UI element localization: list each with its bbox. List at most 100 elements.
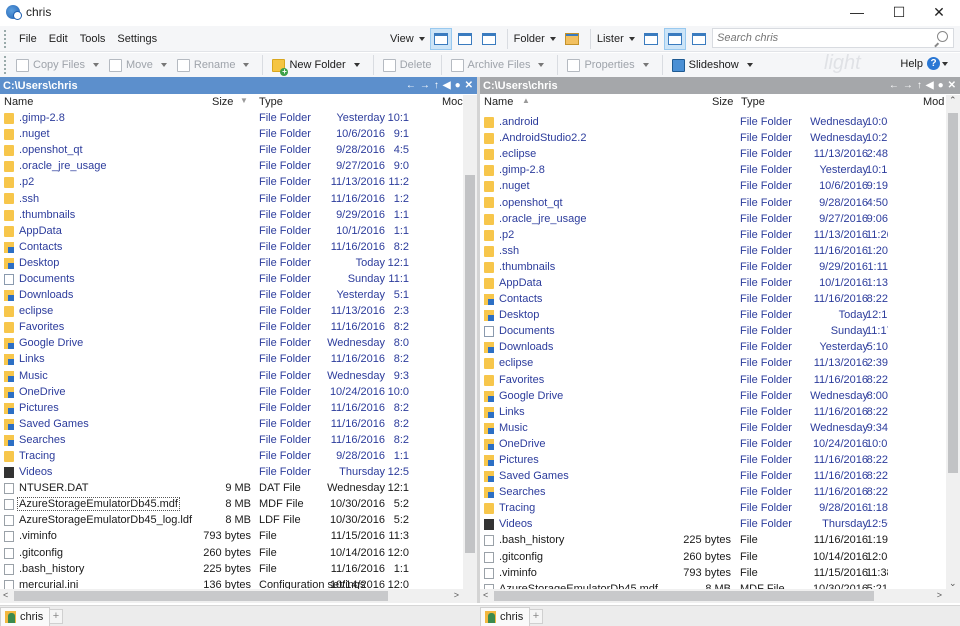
swap-icon[interactable]: ● <box>938 80 944 91</box>
toolbar-grip[interactable] <box>4 29 7 48</box>
file-row[interactable]: Tracing File Folder 9/28/2016 1:18 <box>480 500 946 516</box>
file-row[interactable]: Desktop File Folder Today 12:1 <box>0 255 463 271</box>
menu-tools[interactable]: Tools <box>74 33 112 45</box>
column-modified[interactable]: Mod <box>923 96 944 108</box>
left-path[interactable]: C:\Users\chris <box>3 80 78 92</box>
chevron-down-icon[interactable] <box>628 37 635 41</box>
right-scroll-thumb[interactable] <box>948 113 958 473</box>
folder-dropdown[interactable]: Folder <box>514 33 545 45</box>
up-icon[interactable]: ↑ <box>917 80 922 91</box>
swap-icon[interactable]: ● <box>455 80 461 91</box>
file-row[interactable]: .eclipse File Folder 11/13/2016 2:48 <box>480 146 946 162</box>
menu-edit[interactable]: Edit <box>43 33 74 45</box>
forward-icon[interactable]: → <box>420 80 430 91</box>
close-pane-icon[interactable]: ✕ <box>465 80 473 91</box>
file-row[interactable]: Downloads File Folder Yesterday 5:1 <box>0 287 463 303</box>
file-row[interactable]: Tracing File Folder 9/28/2016 1:1 <box>0 448 463 464</box>
new-folder-button[interactable]: New Folder <box>269 58 366 76</box>
file-row[interactable]: Documents File Folder Sunday 11:1 <box>0 271 463 287</box>
file-row[interactable]: .bash_history 225 bytes File 11/16/2016 1:1 <box>0 561 463 577</box>
chevron-down-icon[interactable] <box>942 61 948 66</box>
up-icon[interactable]: ↑ <box>434 80 439 91</box>
tab-left-chris[interactable]: chris <box>0 607 51 626</box>
properties-button[interactable]: Properties <box>564 58 655 72</box>
column-name[interactable]: Name <box>484 96 513 108</box>
file-row[interactable]: Videos File Folder Thursday12:50 <box>480 516 946 532</box>
file-row[interactable]: Pictures File Folder 11/16/2016 8:2 <box>0 400 463 416</box>
file-row[interactable]: Videos File Folder Thursday 12:5 <box>0 464 463 480</box>
chevron-down-icon[interactable] <box>549 37 556 41</box>
chevron-down-icon[interactable] <box>160 63 167 67</box>
chevron-down-icon[interactable] <box>92 63 99 67</box>
file-row[interactable]: .bash_history 225 bytes File 11/16/2016 1:19 <box>480 532 946 548</box>
file-row[interactable]: .p2 File Folder 11/13/2016 11:2 <box>0 174 463 190</box>
file-row[interactable]: .openshot_qt File Folder 9/28/2016 4:50 <box>480 194 946 210</box>
file-row[interactable]: .oracle_jre_usage File Folder 9/27/2016 9:0 <box>0 158 463 174</box>
lister-dropdown[interactable]: Lister <box>597 33 624 45</box>
right-vertical-scrollbar[interactable]: ⌃ ⌄ <box>946 95 960 589</box>
file-row[interactable]: .ssh File Folder 11/16/2016 1:20 <box>480 243 946 259</box>
scroll-right-icon[interactable]: > <box>937 590 942 600</box>
column-type[interactable]: Type <box>259 96 283 108</box>
view-dropdown[interactable]: View <box>390 33 414 45</box>
search-input[interactable] <box>717 32 927 44</box>
file-row[interactable]: AzureStorageEmulatorDb45_log.ldf 8 MB LDF … <box>0 512 463 528</box>
scroll-left-icon[interactable]: < <box>483 590 488 600</box>
file-row[interactable]: OneDrive File Folder 10/24/2016 10:0 <box>0 384 463 400</box>
file-row[interactable]: .thumbnails File Folder 9/29/2016 1:11 <box>480 259 946 275</box>
scroll-down-icon[interactable]: ⌄ <box>949 578 957 589</box>
scroll-left-icon[interactable]: < <box>3 590 8 600</box>
file-row[interactable]: .AndroidStudio2.2 File Folder Wednesday 10:… <box>480 130 946 146</box>
file-row[interactable]: .openshot_qt File Folder 9/28/2016 4:5 <box>0 142 463 158</box>
column-size[interactable]: Size <box>712 96 733 108</box>
file-row[interactable]: .android File Folder Wednesday10:08 <box>480 114 946 130</box>
file-row[interactable]: Saved Games File Folder 11/16/2016 8:2 <box>0 416 463 432</box>
file-row[interactable]: mercurial.ini 136 bytes Configuration sett… <box>0 577 463 589</box>
right-horizontal-scrollbar[interactable]: < > <box>480 589 960 603</box>
file-row[interactable]: .thumbnails File Folder 9/29/2016 1:1 <box>0 207 463 223</box>
file-row[interactable]: Documents File Folder Sunday11:17 <box>480 323 946 339</box>
right-hscroll-thumb[interactable] <box>494 591 874 601</box>
file-row[interactable]: .gitconfig 260 bytes File 10/14/2016 12:0 <box>0 545 463 561</box>
column-size[interactable]: Size <box>212 96 233 108</box>
chevron-down-icon[interactable] <box>243 63 250 67</box>
left-horizontal-scrollbar[interactable]: < > <box>0 589 477 603</box>
file-row[interactable]: Saved Games File Folder 11/16/2016 8:22 <box>480 468 946 484</box>
chevron-down-icon[interactable] <box>538 63 545 67</box>
left-hscroll-thumb[interactable] <box>14 591 388 601</box>
details-view-button[interactable] <box>429 28 452 50</box>
viewer-pane-button[interactable] <box>688 28 710 50</box>
dual-icon[interactable]: ◀ <box>926 80 934 91</box>
file-row[interactable]: Links File Folder 11/16/2016 8:2 <box>0 351 463 367</box>
file-row[interactable]: Downloads File Folder Yesterday 5:10 <box>480 339 946 355</box>
minimize-button[interactable]: — <box>836 0 878 24</box>
move-button[interactable]: Move <box>106 58 174 72</box>
back-icon[interactable]: ← <box>406 80 416 91</box>
single-lister-button[interactable] <box>640 28 662 50</box>
file-row[interactable]: Pictures File Folder 11/16/2016 8:22 <box>480 452 946 468</box>
file-row[interactable]: Favorites File Folder 11/16/2016 8:22 <box>480 372 946 388</box>
folder-layout-button[interactable] <box>561 28 583 50</box>
file-row[interactable]: Google Drive File Folder Wednesday 8:0 <box>0 335 463 351</box>
file-row[interactable]: .ssh File Folder 11/16/2016 1:2 <box>0 190 463 206</box>
chevron-down-icon[interactable] <box>642 63 649 67</box>
file-row[interactable]: Contacts File Folder 11/16/2016 8:2 <box>0 239 463 255</box>
chevron-down-icon[interactable] <box>746 63 753 67</box>
file-row[interactable]: Desktop File Folder Today12:19 <box>480 307 946 323</box>
file-row[interactable]: .viminfo 793 bytes File 11/15/2016 11:3 <box>0 528 463 544</box>
file-row[interactable]: .nuget File Folder 10/6/2016 9:1 <box>0 126 463 142</box>
rename-button[interactable]: Rename <box>174 58 257 72</box>
chevron-down-icon[interactable] <box>353 63 360 67</box>
thumbnails-view-button[interactable] <box>478 28 500 50</box>
file-row[interactable]: .gitconfig 260 bytes File 10/14/201612:08 <box>480 549 946 565</box>
file-row[interactable]: Links File Folder 11/16/2016 8:22 <box>480 404 946 420</box>
file-row[interactable]: Favorites File Folder 11/16/2016 8:2 <box>0 319 463 335</box>
file-row[interactable]: NTUSER.DAT 9 MB DAT File Wednesday 12:1 <box>0 480 463 496</box>
file-row[interactable]: AppData File Folder 10/1/2016 1:1 <box>0 223 463 239</box>
file-row[interactable]: AzureStorageEmulatorDb45.mdf 8 MB MDF File… <box>480 581 946 589</box>
file-row[interactable]: AppData File Folder 10/1/2016 1:13 <box>480 275 946 291</box>
file-row[interactable]: Music File Folder Wednesday 9:3 <box>0 368 463 384</box>
file-row[interactable]: .nuget File Folder 10/6/2016 9:19 <box>480 178 946 194</box>
slideshow-button[interactable]: Slideshow <box>669 58 760 72</box>
file-row[interactable]: Music File Folder Wednesday 9:34 <box>480 420 946 436</box>
